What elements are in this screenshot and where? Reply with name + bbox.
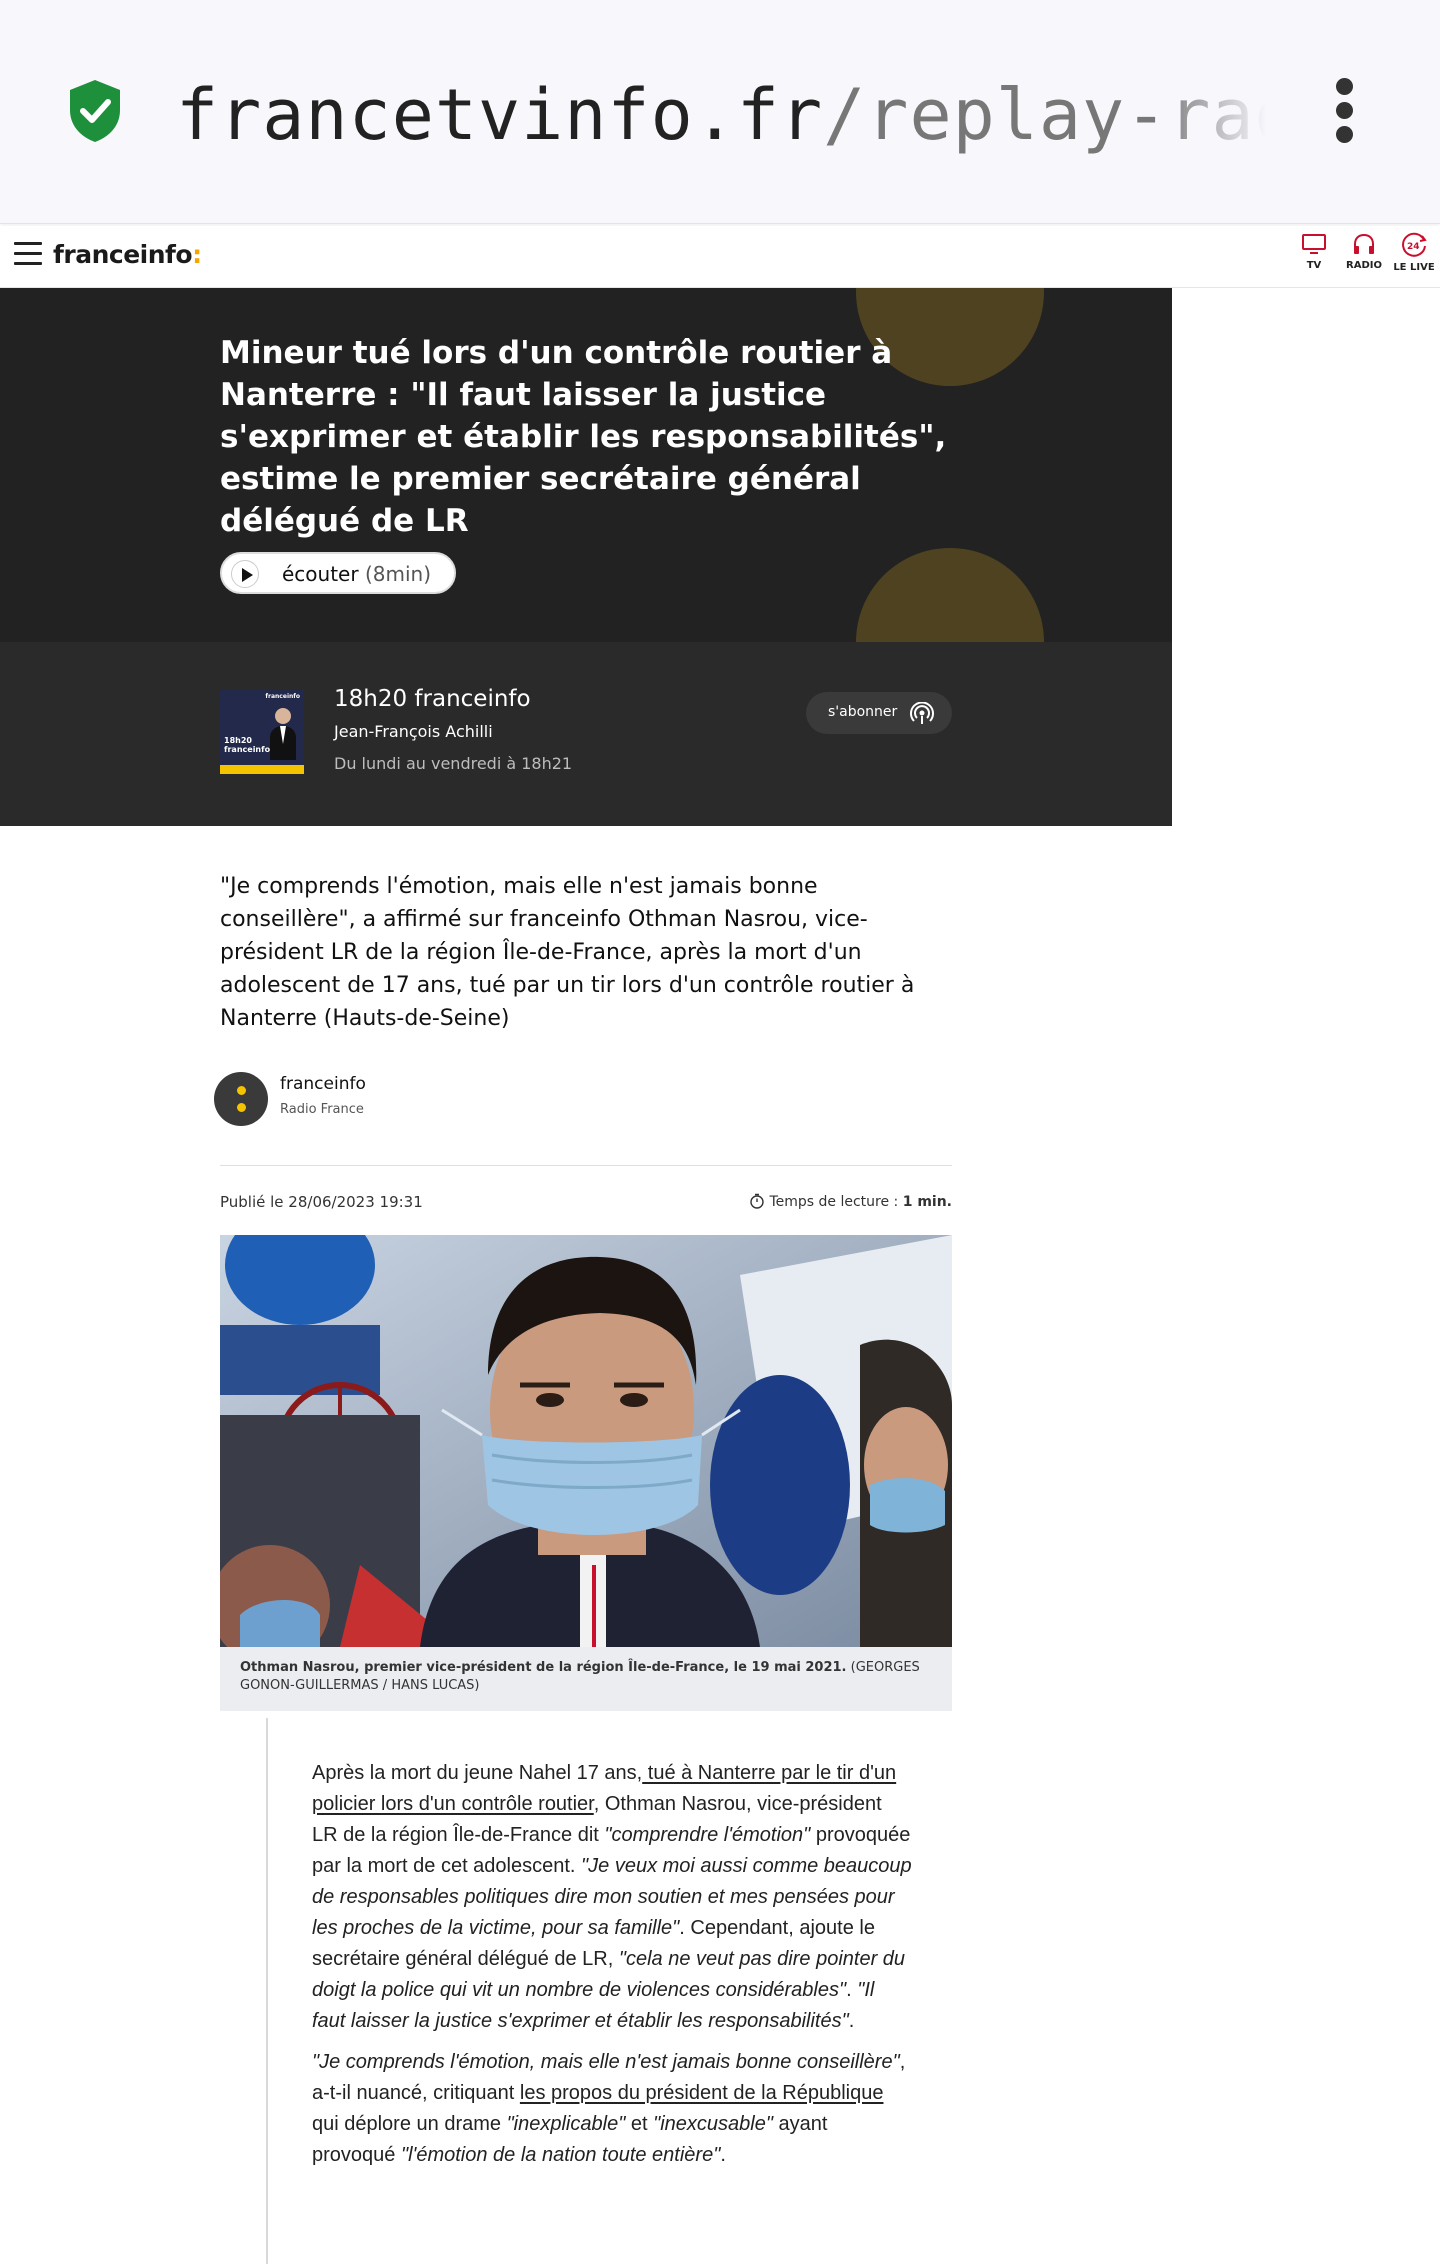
cover-time: 18h20	[224, 736, 252, 745]
more-options-icon[interactable]	[1324, 78, 1364, 148]
publication-date: Publié le 28/06/2023 19:31	[220, 1193, 423, 1211]
author-organization: Radio France	[280, 1102, 364, 1117]
decorative-circle	[856, 548, 1044, 642]
cover-title: 18h20 franceinfo	[224, 736, 270, 754]
logo-colon: :	[192, 240, 202, 269]
photo-illustration	[220, 1235, 952, 1647]
reading-time-value: 1 min.	[902, 1194, 952, 1210]
text-span: .	[848, 2010, 855, 2032]
show-name[interactable]: 18h20 franceinfo	[334, 686, 531, 712]
quote: "Je comprends l'émotion, mais elle n'est…	[312, 2051, 900, 2073]
url-host: francetvinfo.fr	[176, 74, 824, 156]
paragraph: "Je comprends l'émotion, mais elle n'est…	[312, 2047, 912, 2171]
reading-time: Temps de lecture : 1 min.	[749, 1193, 952, 1210]
text-span: .	[846, 1979, 858, 2001]
show-schedule: Du lundi au vendredi à 18h21	[334, 754, 573, 773]
nav-live[interactable]: 24 LE LIVE	[1386, 232, 1440, 273]
photo-caption: Othman Nasrou, premier vice-président de…	[220, 1647, 952, 1711]
quote: "comprendre l'émotion"	[604, 1824, 811, 1846]
shield-check-icon[interactable]	[66, 78, 124, 144]
article-link[interactable]: les propos du président de la République	[520, 2082, 884, 2104]
menu-icon[interactable]	[14, 242, 42, 266]
listen-duration: (8min)	[364, 562, 431, 586]
podcast-icon	[910, 702, 934, 724]
nav-tv-label: TV	[1306, 260, 1322, 271]
nav-radio-label: RADIO	[1346, 260, 1382, 271]
quote: "inexplicable"	[506, 2113, 626, 2135]
svg-text:24: 24	[1407, 242, 1420, 252]
article-photo	[220, 1235, 952, 1647]
cover-brand: franceinfo	[265, 693, 300, 700]
nav-live-label: LE LIVE	[1393, 262, 1435, 273]
article-lead: "Je comprends l'émotion, mais elle n'est…	[220, 874, 915, 1031]
show-host: Jean-François Achilli	[334, 722, 493, 741]
quote: "inexcusable"	[653, 2113, 773, 2135]
cover-strip	[220, 765, 304, 774]
browser-url-bar: francetvinfo.fr/replay-radio/19h	[0, 0, 1440, 224]
subscribe-button[interactable]: s'abonner	[806, 692, 952, 734]
host-portrait	[270, 708, 296, 760]
quote: "l'émotion de la nation toute entière"	[400, 2144, 721, 2166]
listen-button[interactable]: écouter (8min)	[220, 552, 456, 594]
listen-text: écouter	[282, 562, 359, 586]
caption-text: Othman Nasrou, premier vice-président de…	[240, 1660, 847, 1675]
nav-radio[interactable]: RADIO	[1336, 232, 1392, 271]
text-span: .	[720, 2144, 726, 2166]
subscribe-label: s'abonner	[828, 704, 898, 720]
page-title: Mineur tué lors d'un contrôle routier à …	[220, 335, 947, 539]
hero-banner: Mineur tué lors d'un contrôle routier à …	[0, 288, 1172, 642]
show-cover-image[interactable]: franceinfo 18h20 franceinfo	[220, 690, 304, 774]
url-field[interactable]: francetvinfo.fr/replay-radio/19h	[176, 70, 1266, 160]
tv-icon	[1302, 234, 1326, 254]
divider	[220, 1165, 952, 1166]
cover-brand-2: franceinfo	[224, 745, 271, 754]
reading-time-label: Temps de lecture :	[769, 1194, 899, 1210]
listen-label: écouter (8min)	[282, 562, 431, 586]
site-header: franceinfo: TV RADIO 24 LE LIVE	[0, 226, 1440, 288]
franceinfo-logo[interactable]: franceinfo:	[53, 240, 202, 269]
show-info: franceinfo 18h20 franceinfo 18h20 francei…	[0, 642, 1172, 826]
quote-rule	[266, 1718, 268, 2264]
headphones-icon	[1354, 233, 1374, 254]
author-avatar[interactable]	[214, 1072, 268, 1126]
text-span: et	[625, 2113, 654, 2135]
article-body: Après la mort du jeune Nahel 17 ans, tué…	[312, 1758, 912, 2181]
author-name[interactable]: franceinfo	[280, 1074, 366, 1094]
url-path: /replay-radio/19h	[823, 74, 1266, 156]
text-span: Après la mort du jeune Nahel 17 ans,	[312, 1762, 643, 1784]
live-24-icon: 24	[1402, 232, 1427, 257]
nav-tv[interactable]: TV	[1286, 232, 1342, 271]
paragraph: Après la mort du jeune Nahel 17 ans, tué…	[312, 1758, 912, 2037]
play-icon	[231, 560, 259, 588]
text-span: qui déplore un drame	[312, 2113, 507, 2135]
timer-icon	[750, 1193, 765, 1209]
logo-text: franceinfo	[53, 240, 193, 269]
